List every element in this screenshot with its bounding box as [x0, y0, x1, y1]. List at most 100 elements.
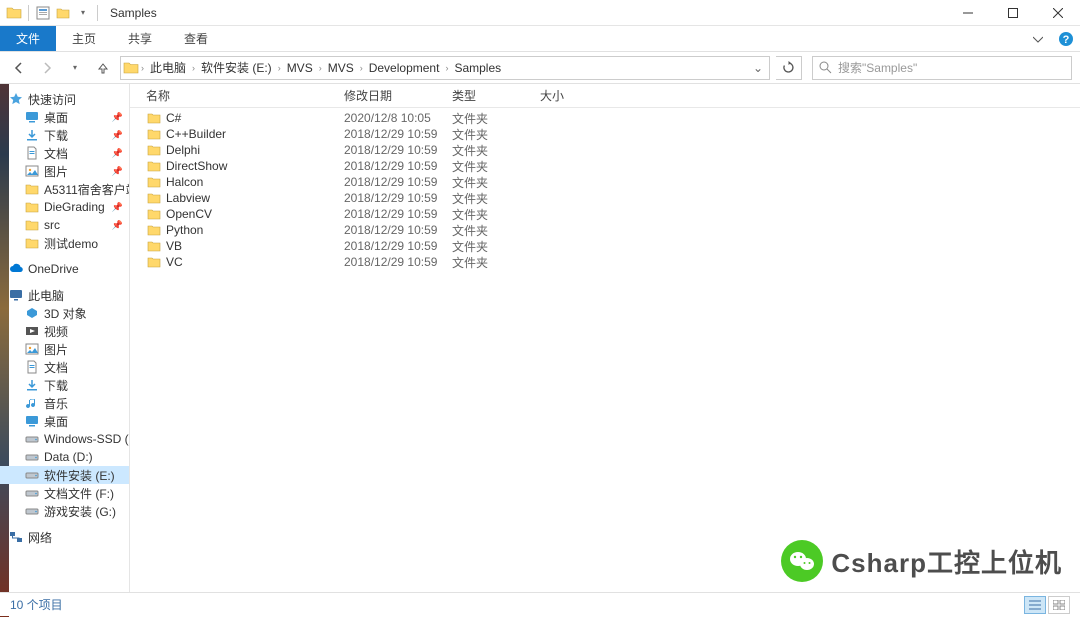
tree-label: 下载: [44, 377, 68, 394]
tree-item[interactable]: 桌面📌: [0, 108, 129, 126]
tree-item[interactable]: Data (D:): [0, 448, 129, 466]
file-row[interactable]: Labview2018/12/29 10:59文件夹: [130, 190, 1080, 206]
ribbon-tabs: 文件 主页 共享 查看 ?: [0, 26, 1080, 52]
tree-network[interactable]: 网络: [0, 528, 129, 546]
pin-icon: 📌: [112, 148, 129, 159]
nav-back-button[interactable]: [8, 57, 30, 79]
tree-item[interactable]: 软件安装 (E:): [0, 466, 129, 484]
col-name[interactable]: 名称: [140, 87, 338, 104]
address-dropdown-button[interactable]: ⌄: [749, 61, 767, 75]
tree-item[interactable]: 下载📌: [0, 126, 129, 144]
tree-item[interactable]: 图片: [0, 340, 129, 358]
tree-item[interactable]: A5311宿舍客户端📌: [0, 180, 129, 198]
file-list[interactable]: C# 2020/12/8 10:05 文件夹C++Builder2018/12/29…: [130, 108, 1080, 592]
tree-label: 桌面: [44, 109, 68, 126]
file-row[interactable]: C++Builder2018/12/29 10:59文件夹: [130, 126, 1080, 142]
app-icon: [6, 5, 22, 21]
search-box[interactable]: [812, 56, 1072, 80]
tree-item[interactable]: DieGrading📌: [0, 198, 129, 216]
file-type: 文件夹: [446, 142, 534, 159]
3d-icon: [24, 305, 40, 321]
nav-recent-button[interactable]: ▾: [64, 57, 86, 79]
breadcrumb-item[interactable]: 此电脑: [146, 57, 190, 79]
tab-file[interactable]: 文件: [0, 26, 56, 51]
tree-label: 文档: [44, 359, 68, 376]
file-name: Labview: [166, 191, 210, 205]
tree-label: 视频: [44, 323, 68, 340]
file-row[interactable]: VB2018/12/29 10:59文件夹: [130, 238, 1080, 254]
tree-quick-access[interactable]: 快速访问: [0, 90, 129, 108]
navigation-tree[interactable]: 快速访问 桌面📌下载📌文档📌图片📌A5311宿舍客户端📌DieGrading📌s…: [0, 84, 130, 592]
pictures-icon: [24, 341, 40, 357]
file-date: 2018/12/29 10:59: [338, 239, 446, 253]
video-icon: [24, 323, 40, 339]
help-button[interactable]: ?: [1052, 26, 1080, 51]
tab-home[interactable]: 主页: [56, 26, 112, 51]
tree-item[interactable]: 游戏安装 (G:): [0, 502, 129, 520]
breadcrumb-item[interactable]: MVS: [324, 57, 358, 79]
close-button[interactable]: [1035, 0, 1080, 26]
ribbon-expand-button[interactable]: [1024, 26, 1052, 51]
tree-item[interactable]: 音乐: [0, 394, 129, 412]
download-icon: [24, 127, 40, 143]
breadcrumb-item[interactable]: MVS: [283, 57, 317, 79]
breadcrumb-item[interactable]: Samples: [450, 57, 505, 79]
title-bar: ▾ Samples: [0, 0, 1080, 26]
tree-label: Windows-SSD (C:): [44, 432, 130, 446]
tree-onedrive[interactable]: OneDrive: [0, 260, 129, 278]
tree-item[interactable]: 文档📌: [0, 144, 129, 162]
tree-item[interactable]: 桌面: [0, 412, 129, 430]
maximize-button[interactable]: [990, 0, 1035, 26]
col-date[interactable]: 修改日期: [338, 87, 446, 104]
breadcrumb-item[interactable]: 软件安装 (E:): [197, 57, 276, 79]
tree-label: 图片: [44, 341, 68, 358]
breadcrumb-sep[interactable]: ›: [139, 63, 146, 73]
refresh-button[interactable]: [776, 56, 802, 80]
view-icons-button[interactable]: [1048, 596, 1070, 614]
file-date: 2020/12/8 10:05: [338, 111, 446, 125]
file-row[interactable]: OpenCV2018/12/29 10:59文件夹: [130, 206, 1080, 222]
tree-item[interactable]: 图片📌: [0, 162, 129, 180]
nav-up-button[interactable]: [92, 57, 114, 79]
view-details-button[interactable]: [1024, 596, 1046, 614]
tree-item[interactable]: 下载: [0, 376, 129, 394]
drive-icon: [24, 449, 40, 465]
col-type[interactable]: 类型: [446, 87, 534, 104]
address-bar[interactable]: › 此电脑› 软件安装 (E:)› MVS› MVS› Development›…: [120, 56, 770, 80]
drive-icon: [24, 431, 40, 447]
search-input[interactable]: [838, 61, 1065, 75]
tree-item[interactable]: 文档文件 (F:): [0, 484, 129, 502]
file-name: C#: [166, 111, 181, 125]
window-title: Samples: [110, 6, 157, 20]
breadcrumb-item[interactable]: Development: [365, 57, 444, 79]
nav-bar: ▾ › 此电脑› 软件安装 (E:)› MVS› MVS› Developmen…: [0, 52, 1080, 84]
tree-label: 快速访问: [28, 91, 76, 108]
qat-newfolder-icon[interactable]: [55, 5, 71, 21]
address-folder-icon: [123, 60, 139, 76]
tree-item[interactable]: 3D 对象: [0, 304, 129, 322]
file-row[interactable]: C#2020/12/8 10:05文件夹: [130, 110, 1080, 126]
file-row[interactable]: Halcon2018/12/29 10:59文件夹: [130, 174, 1080, 190]
qat-dropdown-icon[interactable]: ▾: [75, 5, 91, 21]
folder-icon: [146, 110, 162, 126]
tree-item[interactable]: 测试demo: [0, 234, 129, 252]
file-row[interactable]: Python2018/12/29 10:59文件夹: [130, 222, 1080, 238]
tab-view[interactable]: 查看: [168, 26, 224, 51]
file-row[interactable]: DirectShow2018/12/29 10:59文件夹: [130, 158, 1080, 174]
tree-item[interactable]: 文档: [0, 358, 129, 376]
file-row[interactable]: Delphi2018/12/29 10:59文件夹: [130, 142, 1080, 158]
status-bar: 10 个项目: [0, 592, 1080, 616]
tree-this-pc[interactable]: 此电脑: [0, 286, 129, 304]
tree-label: 图片: [44, 163, 68, 180]
tab-share[interactable]: 共享: [112, 26, 168, 51]
qat-properties-icon[interactable]: [35, 5, 51, 21]
tree-item[interactable]: 视频: [0, 322, 129, 340]
nav-forward-button[interactable]: [36, 57, 58, 79]
minimize-button[interactable]: [945, 0, 990, 26]
col-size[interactable]: 大小: [534, 87, 614, 104]
tree-item[interactable]: Windows-SSD (C:): [0, 430, 129, 448]
file-row[interactable]: VC2018/12/29 10:59文件夹: [130, 254, 1080, 270]
music-icon: [24, 395, 40, 411]
tree-item[interactable]: src📌: [0, 216, 129, 234]
document-icon: [24, 359, 40, 375]
